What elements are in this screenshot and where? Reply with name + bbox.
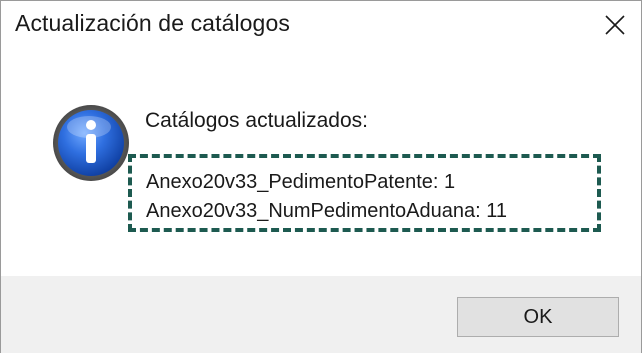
dialog-title: Actualización de catálogos	[15, 10, 290, 36]
close-icon	[605, 15, 625, 35]
dialog-content: Catálogos actualizados: Anexo20v33_Pedim…	[1, 51, 641, 276]
dialog-footer: OK	[1, 276, 641, 353]
title-bar: Actualización de catálogos	[1, 1, 641, 51]
message-dialog: Actualización de catálogos Catálogos act…	[0, 0, 642, 353]
highlighted-catalog-list: Anexo20v33_PedimentoPatente: 1 Anexo20v3…	[128, 154, 601, 232]
information-icon	[53, 105, 129, 181]
catalog-item: Anexo20v33_NumPedimentoAduana: 11	[146, 200, 507, 222]
message-heading: Catálogos actualizados:	[145, 109, 368, 132]
ok-button[interactable]: OK	[457, 297, 619, 337]
catalog-item: Anexo20v33_PedimentoPatente: 1	[146, 171, 456, 193]
close-button[interactable]	[595, 5, 635, 45]
